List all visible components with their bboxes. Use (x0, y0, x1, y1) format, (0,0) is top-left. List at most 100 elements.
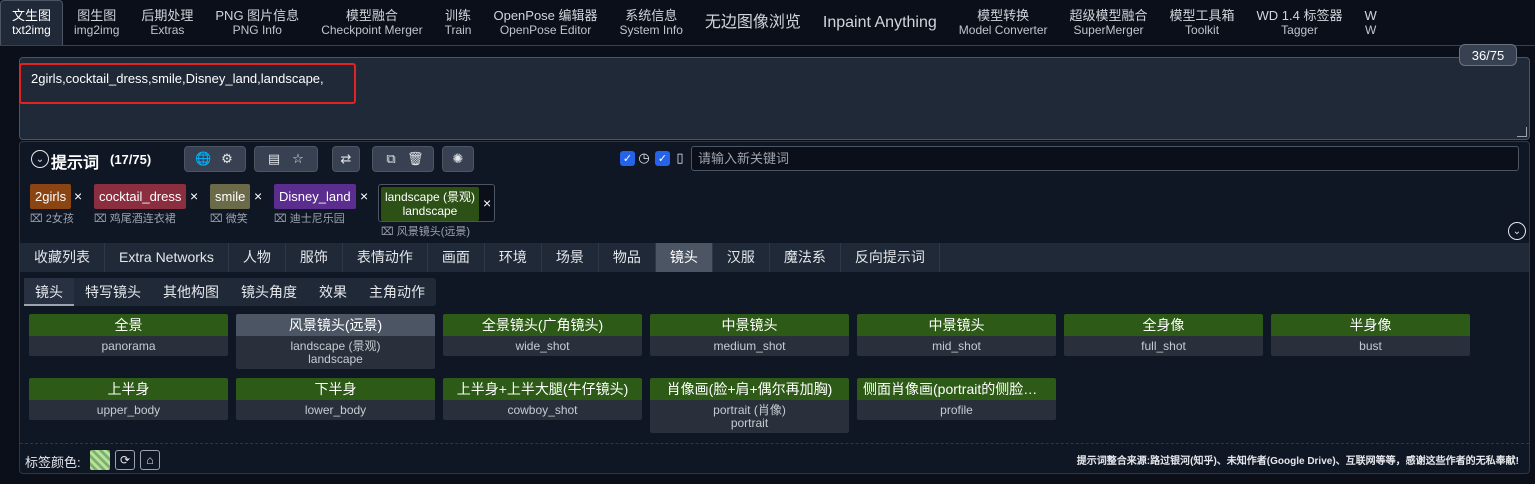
keyword-card[interactable]: 中景镜头 mid_shot (857, 314, 1056, 356)
subtab-effects[interactable]: 效果 (308, 278, 358, 306)
keyword-card-selected[interactable]: 风景镜头(远景) landscape (景观) landscape (236, 314, 435, 369)
tag-chip[interactable]: cocktail_dress (94, 184, 187, 209)
tab-extra-networks[interactable]: Extra Networks (105, 243, 229, 272)
close-icon[interactable]: × (254, 188, 262, 204)
tab-extras[interactable]: 后期处理 Extras (130, 0, 204, 45)
chevron-down-icon[interactable]: ⌄ (1508, 222, 1526, 240)
keyword-value-line2: landscape (308, 352, 363, 366)
resize-grip-icon[interactable] (1517, 127, 1527, 137)
tab-inpaint-anything[interactable]: Inpaint Anything (812, 0, 948, 45)
tab-label: 模型融合 (345, 7, 398, 23)
tag-chip[interactable]: Disney_land (274, 184, 356, 209)
trash-icon[interactable]: 🗑 (407, 151, 424, 167)
tab-scene[interactable]: 场景 (542, 243, 599, 272)
tab-clothing[interactable]: 服饰 (286, 243, 343, 272)
tab-train[interactable]: 训练 Train (434, 0, 483, 45)
keyword-card[interactable]: 全身像 full_shot (1064, 314, 1263, 356)
close-icon[interactable]: × (74, 188, 82, 204)
tab-sublabel: System Info (619, 22, 683, 37)
palette-icon[interactable]: ⌂ (140, 450, 160, 470)
prompt-tag[interactable]: smile × ⌧ 微笑 (210, 184, 262, 225)
keyword-card[interactable]: 肖像画(脸+肩+偶尔再加胸) portrait (肖像) portrait (650, 378, 849, 433)
tab-items[interactable]: 物品 (599, 243, 656, 272)
helper-title[interactable]: 提示词 (51, 149, 99, 173)
prompt-tag[interactable]: Disney_land × ⌧ 迪士尼乐园 (274, 184, 368, 225)
tab-expression[interactable]: 表情动作 (343, 243, 428, 272)
tab-hanfu[interactable]: 汉服 (713, 243, 770, 272)
keyword-card[interactable]: 全景镜头(广角镜头) wide_shot (443, 314, 642, 356)
tag-chip[interactable]: 2girls (30, 184, 72, 209)
keyword-value-line2: portrait (730, 416, 769, 430)
keyword-card[interactable]: 全景 panorama (29, 314, 228, 356)
tab-magic[interactable]: 魔法系 (770, 243, 841, 272)
tab-label: 训练 (445, 7, 472, 23)
chevron-down-icon[interactable]: ⌄ (31, 150, 49, 168)
keyword-title: 中景镜头 (650, 314, 849, 336)
history-icon[interactable]: ▤ (266, 151, 282, 167)
subtab-angle[interactable]: 镜头角度 (230, 278, 308, 306)
prompt-tag[interactable]: 2girls × ⌧ 2女孩 (30, 184, 82, 225)
tag-chip[interactable]: smile (210, 184, 251, 209)
keyword-card[interactable]: 下半身 lower_body (236, 378, 435, 420)
close-icon[interactable]: × (483, 195, 491, 211)
gear-icon[interactable]: ⚙ (219, 151, 235, 167)
keyword-card[interactable]: 侧面肖像画(portrait的侧脸版本) profile (857, 378, 1056, 420)
subtab-pose[interactable]: 主角动作 (358, 278, 436, 306)
footer-divider (20, 443, 1529, 444)
tag-translation: ⌧ 鸡尾酒连衣裙 (94, 213, 176, 225)
close-icon[interactable]: × (360, 188, 368, 204)
tag-color-label: 标签颜色: (25, 455, 81, 470)
tab-negative-prompt[interactable]: 反向提示词 (841, 243, 940, 272)
tab-supermerger[interactable]: 超级模型融合 SuperMerger (1059, 0, 1159, 45)
tag-chip[interactable]: landscape (景观) landscape (381, 187, 479, 221)
subtab-closeup[interactable]: 特写镜头 (74, 278, 152, 306)
token-counter: 36/75 (1459, 44, 1517, 66)
tab-tagger[interactable]: WD 1.4 标签器 Tagger (1246, 0, 1354, 45)
tab-character[interactable]: 人物 (229, 243, 286, 272)
keyword-card[interactable]: 半身像 bust (1271, 314, 1470, 356)
prompt-tag[interactable]: cocktail_dress × ⌧ 鸡尾酒连衣裙 (94, 184, 198, 225)
tab-png-info[interactable]: PNG 图片信息 PNG Info (204, 0, 310, 45)
keyword-value: bust (1271, 336, 1470, 356)
copy-clear-group: ⧉ 🗑 (372, 146, 434, 172)
close-icon[interactable]: × (190, 188, 198, 204)
tab-system-info[interactable]: 系统信息 System Info (609, 0, 694, 45)
chatgpt-button[interactable]: ✺ (442, 146, 474, 172)
tab-favorites[interactable]: 收藏列表 (20, 243, 105, 272)
tab-environment[interactable]: 环境 (485, 243, 542, 272)
tab-sublabel: Train (444, 22, 472, 37)
globe-icon[interactable]: 🌐 (195, 151, 211, 167)
keyword-value: landscape (景观) landscape (236, 336, 435, 369)
bookmark-icon[interactable]: ☆ (290, 151, 306, 167)
auto-translate-checkbox[interactable]: ✓ (620, 151, 635, 166)
tab-toolkit[interactable]: 模型工具箱 Toolkit (1159, 0, 1246, 45)
tab-image[interactable]: 画面 (428, 243, 485, 272)
new-keyword-input[interactable] (691, 146, 1519, 171)
keyword-card[interactable]: 中景镜头 medium_shot (650, 314, 849, 356)
prompt-tag-landscape[interactable]: landscape (景观) landscape × ⌧ 风景镜头(远景) (378, 184, 495, 238)
tag-translation: ⌧ 迪士尼乐园 (274, 213, 345, 225)
tag-translation-text: 2女孩 (45, 213, 74, 225)
tab-overflow[interactable]: WW (1354, 0, 1388, 45)
keyword-card[interactable]: 上半身 upper_body (29, 378, 228, 420)
tag-color-swatch[interactable] (90, 450, 110, 470)
refresh-icon[interactable]: ⟳ (115, 450, 135, 470)
tab-model-converter[interactable]: 模型转换 Model Converter (948, 0, 1059, 45)
keyword-card[interactable]: 上半身+上半大腿(牛仔镜头) cowboy_shot (443, 378, 642, 420)
tab-img2img[interactable]: 图生图 img2img (63, 0, 130, 45)
tab-openpose-editor[interactable]: OpenPose 编辑器 OpenPose Editor (482, 0, 608, 45)
tab-sublabel: W (1364, 22, 1377, 37)
show-panel-checkbox[interactable]: ✓ (655, 151, 670, 166)
keyword-title: 全景 (29, 314, 228, 336)
copy-icon[interactable]: ⧉ (383, 151, 399, 167)
helper-token-count: (17/75) (110, 152, 152, 167)
tab-sublabel: img2img (74, 22, 120, 37)
keyword-value: cowboy_shot (443, 400, 642, 420)
tab-image-browser[interactable]: 无边图像浏览 (694, 0, 812, 45)
translate-all-button[interactable]: ⇄ (332, 146, 360, 172)
subtab-camera[interactable]: 镜头 (24, 278, 74, 306)
tab-txt2img[interactable]: 文生图 txt2img (0, 0, 64, 45)
tab-checkpoint-merger[interactable]: 模型融合 Checkpoint Merger (310, 0, 433, 45)
subtab-composition[interactable]: 其他构图 (152, 278, 230, 306)
tab-camera[interactable]: 镜头 (655, 243, 713, 272)
